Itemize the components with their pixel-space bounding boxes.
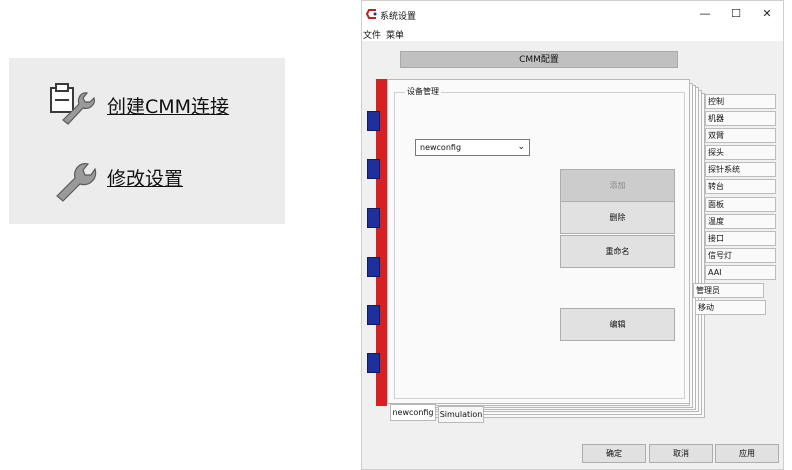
config-select-value: newconfig — [420, 143, 462, 152]
tab-rotary-table[interactable]: 转台 — [705, 179, 776, 194]
left-tab-3[interactable] — [367, 208, 380, 228]
menu-file[interactable]: 文件 — [363, 28, 381, 41]
wrench-icon — [56, 163, 97, 202]
window-title: 系统设置 — [380, 12, 417, 22]
delete-button[interactable]: 删除 — [560, 201, 675, 234]
menu-menu[interactable]: 菜单 — [386, 28, 404, 41]
quick-links-panel: 创建CMM连接 修改设置 — [9, 58, 285, 224]
tab-temperature[interactable]: 温度 — [705, 214, 776, 229]
tab-control[interactable]: 控制 — [705, 94, 776, 109]
modify-settings-link[interactable]: 修改设置 — [9, 154, 285, 204]
cmm-config-header: CMM配置 — [400, 51, 678, 68]
close-button[interactable]: ✕ — [759, 6, 775, 22]
left-tab-5[interactable] — [367, 305, 380, 325]
ok-button[interactable]: 确定 — [582, 444, 646, 463]
add-button[interactable]: 添加 — [560, 169, 675, 202]
tab-panel[interactable]: 面板 — [705, 197, 776, 212]
create-cmm-connection-label[interactable]: 创建CMM连接 — [107, 92, 229, 119]
tab-aai[interactable]: AAI — [705, 265, 776, 280]
tab-simulation[interactable]: Simulation — [438, 406, 484, 423]
config-select[interactable]: newconfig ⌄ — [415, 139, 530, 156]
create-cmm-connection-link[interactable]: 创建CMM连接 — [9, 80, 285, 130]
left-tab-2[interactable] — [367, 159, 380, 179]
group-title: 设备管理 — [405, 86, 441, 97]
chevron-down-icon: ⌄ — [517, 142, 525, 152]
system-settings-window: 系统设置 — ☐ ✕ 文件 菜单 CMM配置 设备管理 newconfig ⌄ … — [361, 0, 784, 470]
minimize-button[interactable]: — — [697, 6, 713, 22]
menu-bar: 文件 菜单 — [362, 27, 783, 41]
apply-button[interactable]: 应用 — [715, 444, 779, 463]
modify-settings-label[interactable]: 修改设置 — [107, 164, 183, 191]
tab-signal-light[interactable]: 信号灯 — [705, 248, 776, 263]
maximize-button[interactable]: ☐ — [728, 6, 744, 22]
clipboard-wrench-icon — [50, 83, 95, 125]
tab-probe-system[interactable]: 探针系统 — [705, 162, 776, 177]
edit-button[interactable]: 编辑 — [560, 308, 675, 341]
title-bar: 系统设置 — ☐ ✕ — [362, 1, 783, 27]
left-tab-4[interactable] — [367, 257, 380, 277]
tab-dual-arm[interactable]: 双臂 — [705, 128, 776, 143]
tab-newconfig[interactable]: newconfig — [390, 404, 436, 421]
cancel-button[interactable]: 取消 — [649, 444, 713, 463]
tab-interface[interactable]: 接口 — [705, 231, 776, 246]
tab-move[interactable]: 移动 — [695, 300, 766, 315]
rename-button[interactable]: 重命名 — [560, 235, 675, 268]
device-management-page: 设备管理 newconfig ⌄ 添加 删除 重命名 编辑 — [387, 79, 690, 404]
app-logo-icon — [366, 9, 377, 19]
tab-machine[interactable]: 机器 — [705, 111, 776, 126]
left-tab-6[interactable] — [367, 353, 380, 373]
device-management-group: 设备管理 newconfig ⌄ 添加 删除 重命名 编辑 — [394, 86, 685, 399]
tab-administrator[interactable]: 管理员 — [693, 283, 764, 298]
tab-probe[interactable]: 探头 — [705, 145, 776, 160]
left-tab-1[interactable] — [367, 111, 380, 131]
